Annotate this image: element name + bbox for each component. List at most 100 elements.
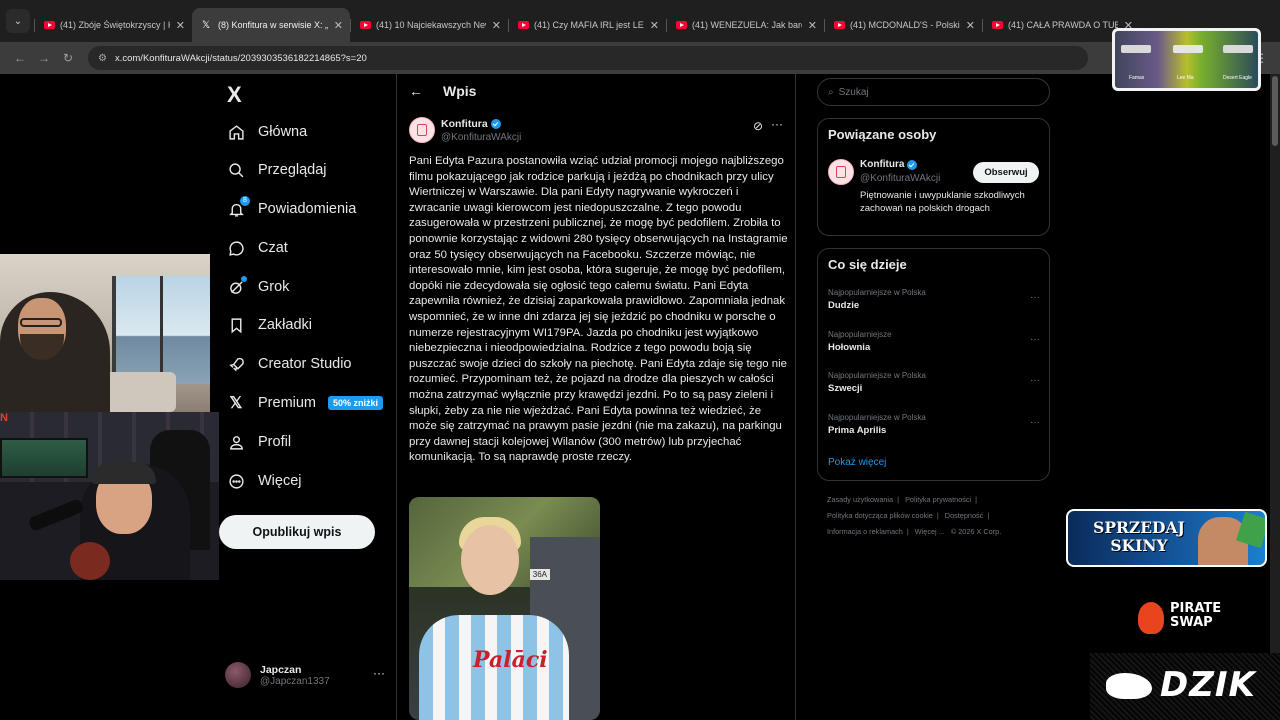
related-name: Konfitura xyxy=(860,159,905,170)
related-name-row[interactable]: Konfitura xyxy=(860,159,918,170)
back-arrow-icon[interactable]: ← xyxy=(409,83,423,99)
webcam-overlay-streamer: N xyxy=(0,412,219,580)
dzik-logo: DZIK xyxy=(1090,653,1280,720)
browser-tab-active[interactable]: 𝕏 (8) Konfitura w serwisie X: „Pani ✕ xyxy=(192,8,350,42)
skin-label: Desert Eagle xyxy=(1223,75,1252,81)
address-bar[interactable]: ⚙ x.com/KonfituraWAkcji/status/203930353… xyxy=(88,46,1088,70)
youtube-icon xyxy=(360,21,371,29)
close-icon[interactable]: ✕ xyxy=(176,19,185,32)
panel-title: Co się dzieje xyxy=(828,257,907,272)
more-dots-icon[interactable]: ··· xyxy=(1030,292,1040,303)
pirate-swap-logo: PIRATE SWAP xyxy=(1136,596,1256,640)
author-name: Konfitura xyxy=(441,118,488,130)
forward-arrow-icon[interactable]: → xyxy=(32,51,56,65)
browser-tab[interactable]: (41) Czy MAFIA IRL jest LEPSZA ✕ xyxy=(508,8,666,42)
follow-button[interactable]: Obserwuj xyxy=(973,162,1039,183)
nav-item-profile[interactable]: Profil xyxy=(227,427,291,457)
site-info-icon[interactable]: ⚙ xyxy=(98,53,107,64)
webcam-overlay-guest xyxy=(0,254,210,412)
pistol-icon xyxy=(1223,45,1253,53)
nav-label: Powiadomienia xyxy=(258,201,357,217)
search-input[interactable]: ⌕ Szukaj xyxy=(817,78,1050,106)
page-scrollbar[interactable] xyxy=(1270,74,1280,720)
skin-label: Lee Ma xyxy=(1177,75,1194,81)
tab-search-button[interactable]: ⌄ xyxy=(6,9,30,33)
logo-text: PIRATE SWAP xyxy=(1170,602,1221,630)
skull-icon xyxy=(1138,602,1164,634)
tab-label: (41) MCDONALD'S - Polski Iceb xyxy=(850,20,960,30)
footer-link[interactable]: Polityka dotycząca plików cookie xyxy=(827,511,933,520)
webcam-window-frame xyxy=(160,276,163,384)
more-dots-icon[interactable]: ··· xyxy=(1030,334,1040,345)
close-icon[interactable]: ✕ xyxy=(808,19,817,32)
post-media-image[interactable]: 36A Palāci xyxy=(409,497,600,720)
show-more-link[interactable]: Pokaż więcej xyxy=(828,457,886,468)
more-dots-icon[interactable]: ··· xyxy=(1030,375,1040,386)
browser-tab[interactable]: (41) Zbóje Świętokrzyscy | Kuba ✕ xyxy=(34,8,192,42)
back-arrow-icon[interactable]: ← xyxy=(8,51,32,65)
trend-item[interactable]: Najpopularniejsze w Polska Dudzie ··· xyxy=(828,288,1040,311)
footer-link[interactable]: Dostępność xyxy=(945,511,984,520)
related-avatar[interactable] xyxy=(828,159,854,185)
grok-explain-icon[interactable]: ⊘ xyxy=(753,119,763,133)
browser-tab[interactable]: (41) MCDONALD'S - Polski Iceb ✕ xyxy=(824,8,982,42)
trend-item[interactable]: Najpopularniejsze w Polska Prima Aprilis… xyxy=(828,413,1040,436)
tab-label: (41) WENEZUELA: Jak bardzo je xyxy=(692,20,802,30)
nav-item-notifications[interactable]: 8 Powiadomienia xyxy=(227,194,356,224)
more-dots-icon[interactable]: ··· xyxy=(373,666,385,680)
more-dots-icon[interactable]: ··· xyxy=(1030,417,1040,428)
nav-item-creator-studio[interactable]: Creator Studio xyxy=(227,349,352,379)
footer-separator: | xyxy=(897,495,900,504)
nav-item-explore[interactable]: Przeglądaj xyxy=(227,155,327,185)
reload-icon[interactable]: ↻ xyxy=(56,51,80,65)
post-button[interactable]: Opublikuj wpis xyxy=(219,515,375,549)
related-handle[interactable]: @KonfituraWAkcji xyxy=(860,173,940,184)
author-name-row[interactable]: Konfitura xyxy=(441,118,501,130)
trend-item[interactable]: Najpopularniejsze w Polska Szwecji ··· xyxy=(828,371,1040,394)
browser-tab[interactable]: (41) 10 Najciekawszych Newsów ✕ xyxy=(350,8,508,42)
close-icon[interactable]: ✕ xyxy=(492,19,501,32)
url-text: x.com/KonfituraWAkcji/status/20393035361… xyxy=(114,52,367,64)
post-header: ← Wpis xyxy=(409,83,476,99)
nav-label: Profil xyxy=(258,434,292,450)
close-icon[interactable]: ✕ xyxy=(650,19,659,32)
x-logo-icon[interactable]: X xyxy=(227,82,242,108)
rocket-icon xyxy=(227,355,245,373)
nav-item-home[interactable]: Główna xyxy=(227,117,307,147)
nav-item-bookmarks[interactable]: Zakładki xyxy=(227,310,312,340)
youtube-icon xyxy=(44,21,55,29)
nav-item-grok[interactable]: Grok xyxy=(227,272,289,302)
footer-link[interactable]: Zasady użytkowania xyxy=(827,495,893,504)
author-avatar[interactable] xyxy=(409,117,435,143)
footer-link[interactable]: Więcej ... xyxy=(915,527,945,536)
logo-text: DZIK xyxy=(1160,665,1256,705)
author-handle[interactable]: @KonfituraWAkcji xyxy=(441,132,521,143)
nav-item-chat[interactable]: Czat xyxy=(227,233,288,263)
browser-tab[interactable]: (41) WENEZUELA: Jak bardzo je ✕ xyxy=(666,8,824,42)
logo-line: SWAP xyxy=(1170,615,1213,630)
scrollbar-thumb[interactable] xyxy=(1272,76,1278,146)
premium-discount-badge: 50% zniżki xyxy=(328,396,384,410)
chat-bubble-icon xyxy=(227,239,245,257)
more-dots-icon[interactable]: ··· xyxy=(771,117,783,131)
verified-badge-icon xyxy=(490,119,501,129)
tab-label: (41) Zbóje Świętokrzyscy | Kuba xyxy=(60,20,170,30)
account-switcher[interactable]: Japczan @Japczan1337 ··· xyxy=(225,658,385,692)
footer-link[interactable]: Polityka prywatności xyxy=(905,495,971,504)
webcam-glasses xyxy=(20,318,62,327)
close-icon[interactable]: ✕ xyxy=(334,19,343,32)
trend-item[interactable]: Najpopularniejsze Hołownia ··· xyxy=(828,330,1040,353)
close-icon[interactable]: ✕ xyxy=(966,19,975,32)
trends-panel: Co się dzieje Najpopularniejsze w Polska… xyxy=(817,248,1050,481)
nav-item-premium[interactable]: 𝕏 Premium 50% zniżki xyxy=(227,388,384,418)
media-face xyxy=(461,525,519,595)
footer-separator: | xyxy=(906,527,909,536)
grok-icon xyxy=(227,276,247,296)
microphone-icon xyxy=(27,498,85,532)
nav-label: Grok xyxy=(258,279,290,295)
trend-name: Szwecji xyxy=(828,383,863,394)
nav-item-more[interactable]: Więcej xyxy=(227,466,302,496)
footer-separator: | xyxy=(987,511,990,520)
footer-link[interactable]: Informacja o reklamach xyxy=(827,527,903,536)
tab-label: (41) CAŁA PRAWDA O TUBSON xyxy=(1008,20,1118,30)
